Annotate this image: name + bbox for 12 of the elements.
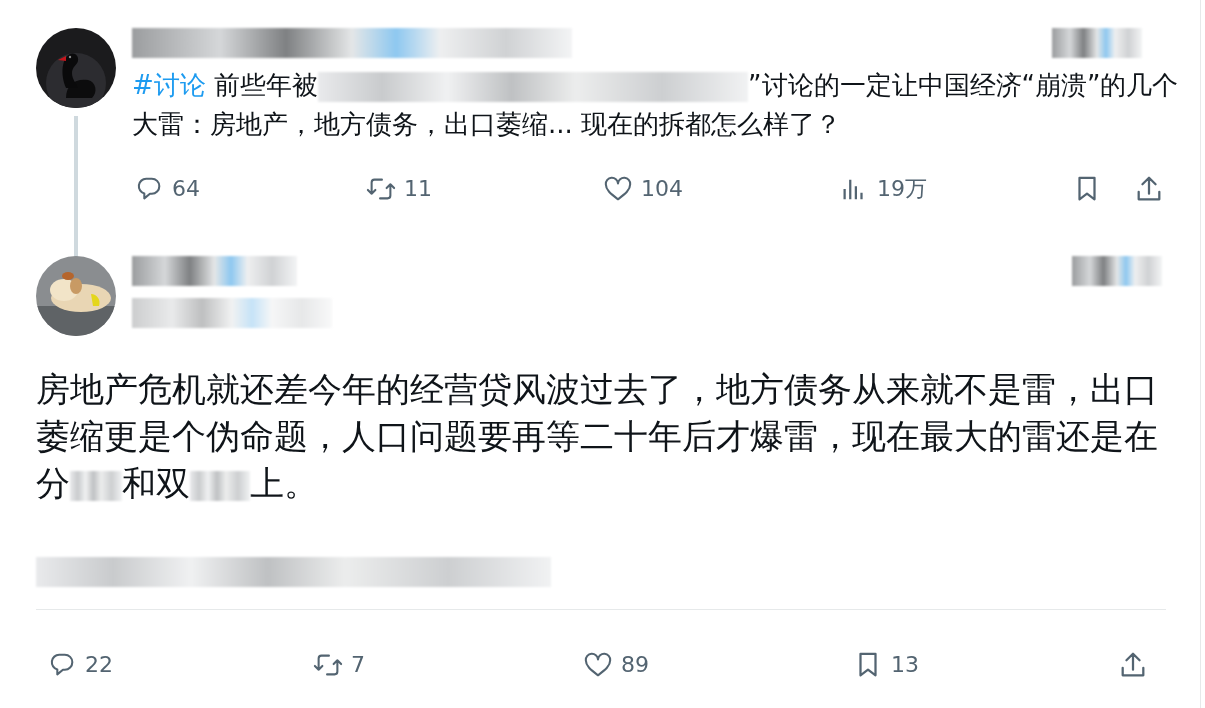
like-button[interactable]: 104 (603, 172, 683, 205)
reply-button[interactable]: 22 (47, 648, 113, 681)
bookmark-button[interactable]: 13 (853, 648, 919, 681)
redaction-block (70, 470, 122, 501)
repost-button[interactable]: 7 (313, 648, 365, 681)
post-text: 房地产危机就还差今年的经营贷风波过去了，地方债务从来就不是雷，出口萎缩更是个伪命题，人口问题要再等二十年后才爆雷，现在最大的雷还是在分 和双 上。 (36, 369, 1159, 505)
like-button[interactable]: 89 (583, 648, 649, 681)
reply-button[interactable]: 64 (134, 172, 200, 205)
views-button[interactable]: 19万 (839, 172, 927, 205)
redaction-block (190, 470, 250, 501)
repost-button[interactable]: 11 (366, 172, 432, 205)
post-text: #讨论 前些年被 ”讨论的一定让中国经济“崩溃”的几个大雷：房地产，地方债务，出口萎缩... 现在的拆都怎么样了？ (132, 69, 1180, 141)
